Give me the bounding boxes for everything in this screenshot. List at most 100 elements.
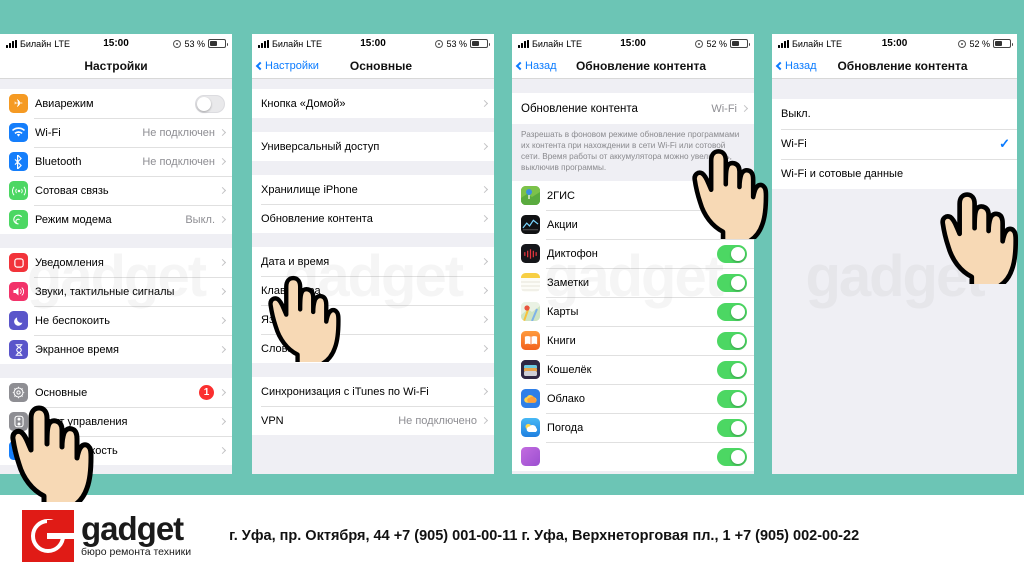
settings-row-background-refresh-mode[interactable]: Обновление контента Wi-Fi (512, 93, 754, 124)
settings-row-bluetooth[interactable]: Bluetooth Не подключен (0, 147, 232, 176)
network-type-label: LTE (306, 38, 323, 49)
chevron-right-icon (480, 416, 489, 425)
location-services-icon (435, 39, 444, 48)
refresh-options-list[interactable]: gadget Выкл. Wi-Fi ✓ Wi-Fi и сотовые дан… (772, 79, 1017, 474)
footer-bar: gadget бюро ремонта техники г. Уфа, пр. … (0, 495, 1024, 576)
row-label: Обновление контента (521, 102, 638, 115)
settings-row-background-app-refresh[interactable]: Обновление контента (252, 204, 494, 233)
moon-icon (9, 311, 28, 330)
status-bar-left: Билайн LTE (258, 39, 322, 49)
app-row-partial[interactable] (512, 442, 754, 472)
app-refresh-toggle[interactable] (717, 273, 747, 292)
app-row-2gis[interactable]: 2ГИС (512, 181, 754, 211)
option-row-off[interactable]: Выкл. (772, 99, 1017, 129)
app-refresh-toggle[interactable] (717, 186, 747, 205)
app-row-wallet[interactable]: Кошелёк (512, 355, 754, 385)
back-button[interactable]: Настройки (255, 59, 319, 72)
settings-row-dictionary[interactable]: Словарь (252, 334, 494, 363)
phone-screen-background-refresh: Билайн LTE 15:00 52 % Назад Обновление к… (512, 34, 754, 474)
status-bar-left: Билайн LTE (518, 39, 582, 49)
page-title: Основные (349, 58, 413, 73)
general-settings-list[interactable]: gadget Кнопка «Домой» Универсальный дост… (252, 79, 494, 474)
phone-screen-refresh-options: Билайн LTE 15:00 52 % Назад Обновление к… (772, 34, 1017, 474)
settings-row-airplane-mode[interactable]: ✈ Авиарежим (0, 89, 232, 118)
row-label: Экранное время (35, 343, 119, 356)
settings-row-date-time[interactable]: Дата и время (252, 247, 494, 276)
app-refresh-toggle[interactable] (717, 418, 747, 437)
row-label: Wi-Fi и сотовые данные (781, 168, 904, 180)
row-value: Не подключено (398, 414, 477, 427)
settings-row-notifications[interactable]: Уведомления (0, 248, 232, 277)
carrier-label: Билайн (792, 38, 824, 49)
app-refresh-toggle[interactable] (717, 302, 747, 321)
list-spacer (252, 233, 494, 247)
status-bar-right: 53 % (435, 39, 490, 49)
app-row-cloud[interactable]: Облако (512, 384, 754, 414)
app-refresh-toggle[interactable] (717, 389, 747, 408)
back-button[interactable]: Назад (515, 60, 557, 72)
row-label: Диктофон (547, 247, 598, 260)
settings-row-display-brightness[interactable]: AA Экран и яркость (0, 436, 232, 465)
footer-address: г. Уфа, пр. Октября, 44 +7 (905) 001-00-… (229, 527, 860, 544)
status-bar: Билайн LTE 15:00 53 % (0, 34, 232, 53)
back-button-label: Настройки (265, 59, 319, 72)
nav-bar: Настройки (0, 53, 232, 79)
row-label: Синхронизация с iTunes по Wi-Fi (261, 385, 429, 398)
chevron-right-icon (218, 446, 227, 455)
chevron-right-icon (218, 417, 227, 426)
settings-row-home-button[interactable]: Кнопка «Домой» (252, 89, 494, 118)
back-button[interactable]: Назад (775, 60, 817, 72)
app-refresh-toggle[interactable] (717, 244, 747, 263)
app-refresh-toggle[interactable] (717, 215, 747, 234)
app-row-books[interactable]: Книги (512, 326, 754, 356)
settings-row-keyboard[interactable]: Клавиатура (252, 276, 494, 305)
bluetooth-icon (9, 152, 28, 171)
option-row-wifi-cellular[interactable]: Wi-Fi и сотовые данные (772, 159, 1017, 189)
app-row-weather[interactable]: Погода (512, 413, 754, 443)
row-value: Wi-Fi (711, 102, 737, 115)
settings-row-do-not-disturb[interactable]: Не беспокоить (0, 306, 232, 335)
settings-row-language-region[interactable]: Язык и регион (252, 305, 494, 334)
settings-list[interactable]: gadget ✈ Авиарежим Wi-Fi Не подключен (0, 79, 232, 474)
app-refresh-toggle[interactable] (717, 447, 747, 466)
background-refresh-list[interactable]: gadget Обновление контента Wi-Fi Разреша… (512, 79, 754, 474)
carrier-label: Билайн (20, 38, 52, 49)
settings-row-vpn[interactable]: VPN Не подключено (252, 406, 494, 435)
app-row-notes[interactable]: Заметки (512, 268, 754, 298)
network-type-label: LTE (566, 38, 583, 49)
screentime-icon (9, 340, 28, 359)
row-label: Язык и регион (261, 313, 334, 326)
gear-icon (9, 383, 28, 402)
logo-name: gadget (81, 509, 184, 547)
app-row-voice-memos[interactable]: Диктофон (512, 239, 754, 269)
chevron-right-icon (480, 286, 489, 295)
app-row-stocks[interactable]: Акции (512, 210, 754, 240)
battery-percent-label: 53 % (184, 38, 205, 49)
settings-row-wifi[interactable]: Wi-Fi Не подключен (0, 118, 232, 147)
settings-row-itunes-wifi-sync[interactable]: Синхронизация с iTunes по Wi-Fi (252, 377, 494, 406)
phone-screen-settings: Билайн LTE 15:00 53 % Настройки gadget ✈… (0, 34, 232, 474)
list-spacer (252, 79, 494, 89)
row-label: Основные (35, 386, 88, 399)
settings-row-cellular[interactable]: Сотовая связь (0, 176, 232, 205)
row-label: Клавиатура (261, 284, 321, 297)
option-row-wifi[interactable]: Wi-Fi ✓ (772, 129, 1017, 159)
settings-row-control-center[interactable]: Пункт управления (0, 407, 232, 436)
airplane-mode-toggle[interactable] (195, 94, 225, 113)
row-label: Кошелёк (547, 363, 592, 376)
settings-row-general[interactable]: Основные 1 (0, 378, 232, 407)
row-label: Авиарежим (35, 97, 94, 110)
settings-row-accessibility[interactable]: Универсальный доступ (252, 132, 494, 161)
chevron-right-icon (218, 388, 227, 397)
sounds-icon (9, 282, 28, 301)
settings-row-iphone-storage[interactable]: Хранилище iPhone (252, 175, 494, 204)
settings-row-sounds[interactable]: Звуки, тактильные сигналы (0, 277, 232, 306)
teal-background: Билайн LTE 15:00 53 % Настройки gadget ✈… (0, 0, 1024, 502)
logo-mark-icon (22, 509, 75, 562)
settings-row-hotspot[interactable]: Режим модема Выкл. (0, 205, 232, 234)
app-row-maps[interactable]: Карты (512, 297, 754, 327)
battery-icon (993, 39, 1013, 48)
app-refresh-toggle[interactable] (717, 360, 747, 379)
app-refresh-toggle[interactable] (717, 331, 747, 350)
settings-row-screen-time[interactable]: Экранное время (0, 335, 232, 364)
